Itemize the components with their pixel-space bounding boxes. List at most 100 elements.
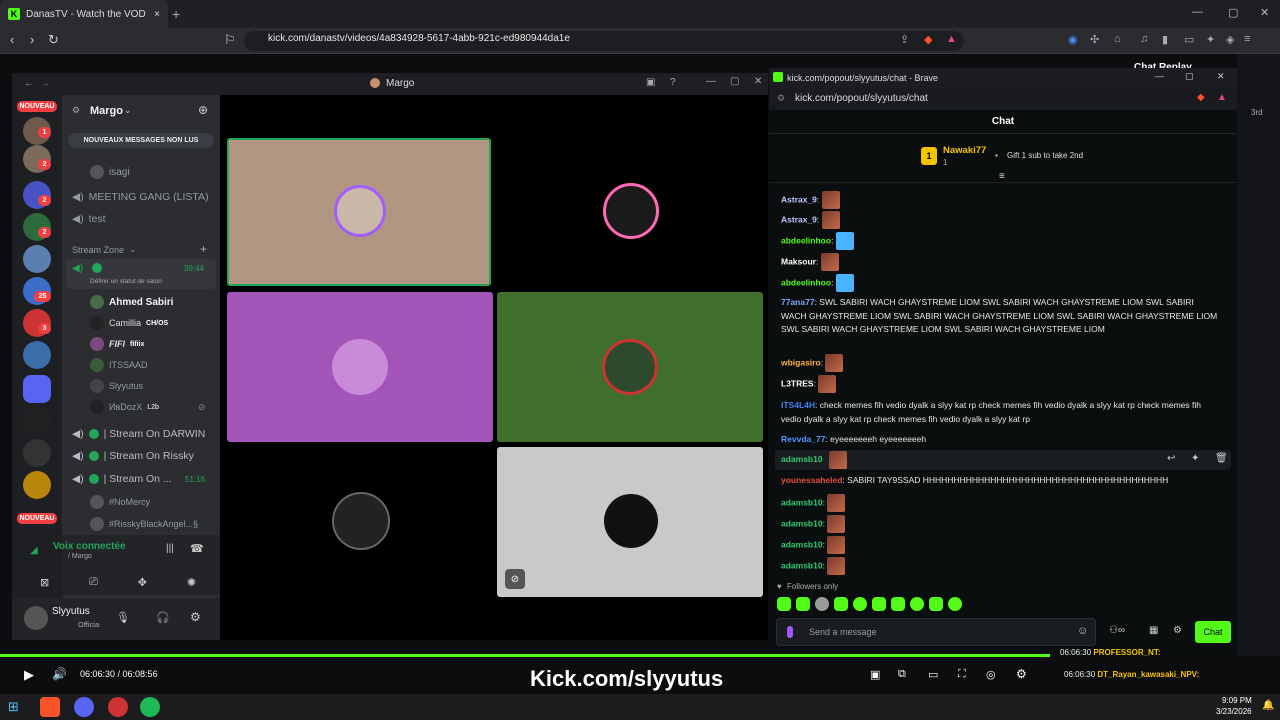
close-window-icon[interactable]: ✕ [1260,6,1269,19]
help-icon[interactable]: ? [670,77,676,88]
camera-icon[interactable]: ⌂ [1114,33,1121,45]
tab-close-icon[interactable]: × [154,9,160,20]
server-icon[interactable] [23,407,51,435]
participant-tile-speaking[interactable] [227,138,491,286]
kick-close-icon[interactable]: ✕ [1217,71,1225,82]
chat-username[interactable]: Maksour [781,256,816,266]
discord-minimize-icon[interactable]: — [706,76,716,87]
inbox-icon[interactable]: ▣ [646,77,655,88]
add-channel-icon[interactable]: + [200,242,207,256]
brave-taskbar-icon[interactable] [40,697,60,717]
chat-username[interactable]: L3TRES [781,378,814,388]
chat-message[interactable]: abdeelinhoo: [781,274,1221,292]
speed-icon[interactable]: ◎ [986,668,996,681]
channel-stream-third[interactable]: ◀) | Stream On ... [72,473,172,485]
chat-message[interactable]: abdeelinhoo: [781,232,1221,250]
collapse-icon[interactable]: ≡ [999,171,1005,182]
voice-status[interactable]: Voix connectée [53,541,126,552]
chat-username[interactable]: adamsb10 [781,497,823,507]
minimize-icon[interactable]: — [1192,6,1203,18]
gift-sub-icon[interactable]: ▦ [1149,625,1158,636]
voice-member[interactable]: ITSSAAD [90,358,148,372]
chat-username[interactable]: Astrax_9 [781,194,817,204]
disconnect-icon[interactable]: ☎ [190,542,204,555]
music-icon[interactable]: ♫ [1140,33,1148,45]
soundboard-icon[interactable]: ✺ [187,576,196,589]
emote-button[interactable] [777,597,791,611]
forward-icon[interactable]: › [30,32,34,47]
chevron-down-icon[interactable]: ⌄ [124,105,132,116]
emote-button[interactable] [815,597,829,611]
app-taskbar-icon[interactable] [108,697,128,717]
chat-message[interactable]: ITS4L4H: check memes fih vedio dyalk a s… [781,399,1221,426]
emote-button[interactable] [948,597,962,611]
voice-member[interactable]: FIFI fifiix [90,337,144,351]
brave-rewards-icon[interactable]: ▲ [946,33,957,45]
folder-icon[interactable] [23,375,51,403]
voice-member[interactable]: ИвDozX L2b [90,400,159,414]
discord-maximize-icon[interactable]: ▢ [730,76,739,87]
channel-test[interactable]: ◀) test [72,213,106,225]
kick-maximize-icon[interactable]: ▢ [1185,71,1194,82]
sidebar-icon[interactable]: ▮ [1162,33,1168,46]
microphone-icon[interactable]: 🎙 [116,611,130,624]
discord-forward-icon[interactable]: → [40,78,50,89]
voice-channel-name[interactable]: / Margo [68,553,92,560]
reply-icon[interactable]: ↩ [1167,453,1175,464]
hovered-message[interactable]: adamsb10 ↩ ✦ 🗑 [775,450,1231,470]
participant-tile[interactable]: ⊘ [497,447,763,597]
chat-input[interactable]: Send a message ☺ [776,618,1096,646]
active-voice-channel[interactable]: ◀) 39:44 Définir un statut de salon [66,259,216,289]
chat-settings-icon[interactable]: ⚙ [1173,625,1182,636]
emote-button[interactable] [891,597,905,611]
extension-icon[interactable]: ◉ [1068,33,1078,46]
site-info-icon[interactable]: ⚙ [777,93,785,104]
chat-message[interactable]: L3TRES: [781,375,1221,393]
voice-member[interactable]: #RisskyBlackAngel...§ [90,517,198,531]
pin-icon[interactable]: ✦ [1191,453,1199,464]
back-icon[interactable]: ‹ [10,32,14,47]
puzzle-icon[interactable]: ✣ [1090,33,1099,46]
chat-message[interactable]: Astrax_9: [781,211,1221,229]
voice-member[interactable]: Slyyutus [90,379,143,393]
user-avatar[interactable] [24,606,48,630]
chat-username[interactable]: wbigasiro [781,357,821,367]
kick-url-bar[interactable]: ⚙ kick.com/popout/slyyutus/chat ◆ ▲ [769,88,1237,110]
new-tab-icon[interactable]: + [172,6,180,22]
share-icon[interactable]: ⇪ [900,33,909,46]
browser-tab[interactable]: K DanasTV - Watch the VOD on Ki × [0,0,168,28]
noise-suppression-icon[interactable]: ||| [166,543,174,554]
user-name[interactable]: Slyyutus [52,606,90,617]
users-icon[interactable]: ⚇∞ [1109,625,1125,636]
play-icon[interactable]: ▶ [24,667,34,683]
chat-username[interactable]: adamsb10 [781,454,823,464]
server-name[interactable]: Margo [90,105,123,117]
fullscreen-icon[interactable]: ⛶ [958,668,966,681]
leo-icon[interactable]: ✦ [1206,33,1215,46]
chat-message[interactable]: wbigasiro: [781,354,1221,372]
emote-button[interactable] [834,597,848,611]
unread-banner[interactable]: NOUVEAUX MESSAGES NON LUS [68,133,214,148]
chat-message[interactable]: younessaheled: SABIRI TAY9SSAD HHHHHHHHH… [781,474,1221,488]
emote-button[interactable] [796,597,810,611]
participant-tile[interactable] [227,292,493,442]
kick-minimize-icon[interactable]: — [1155,71,1164,81]
chat-message[interactable]: adamsb10: [781,515,1221,533]
participant-tile[interactable] [497,138,763,286]
menu-icon[interactable]: ≡ [1244,33,1250,45]
brave-rewards-icon[interactable]: ▲ [1217,92,1227,103]
bookmark-icon[interactable]: ⚐ [224,32,236,48]
chat-message[interactable]: adamsb10: [781,494,1221,512]
chat-message[interactable]: adamsb10: [781,536,1221,554]
chat-username[interactable]: Revvda_77 [781,434,825,444]
invite-icon[interactable]: ⊕ [198,103,208,117]
voice-member[interactable]: Camillia CH/OS [90,316,168,330]
miniplayer-icon[interactable]: ▣ [870,668,880,681]
vpn-icon[interactable]: ◈ [1226,33,1234,46]
activities-icon[interactable]: ✥ [138,576,147,589]
chat-username[interactable]: abdeelinhoo [781,277,831,287]
video-progress-bar[interactable] [0,654,1050,657]
settings-icon[interactable]: ⚙ [190,610,201,624]
chat-username[interactable]: Astrax_9 [781,214,817,224]
theatre-icon[interactable]: ▭ [928,668,938,681]
